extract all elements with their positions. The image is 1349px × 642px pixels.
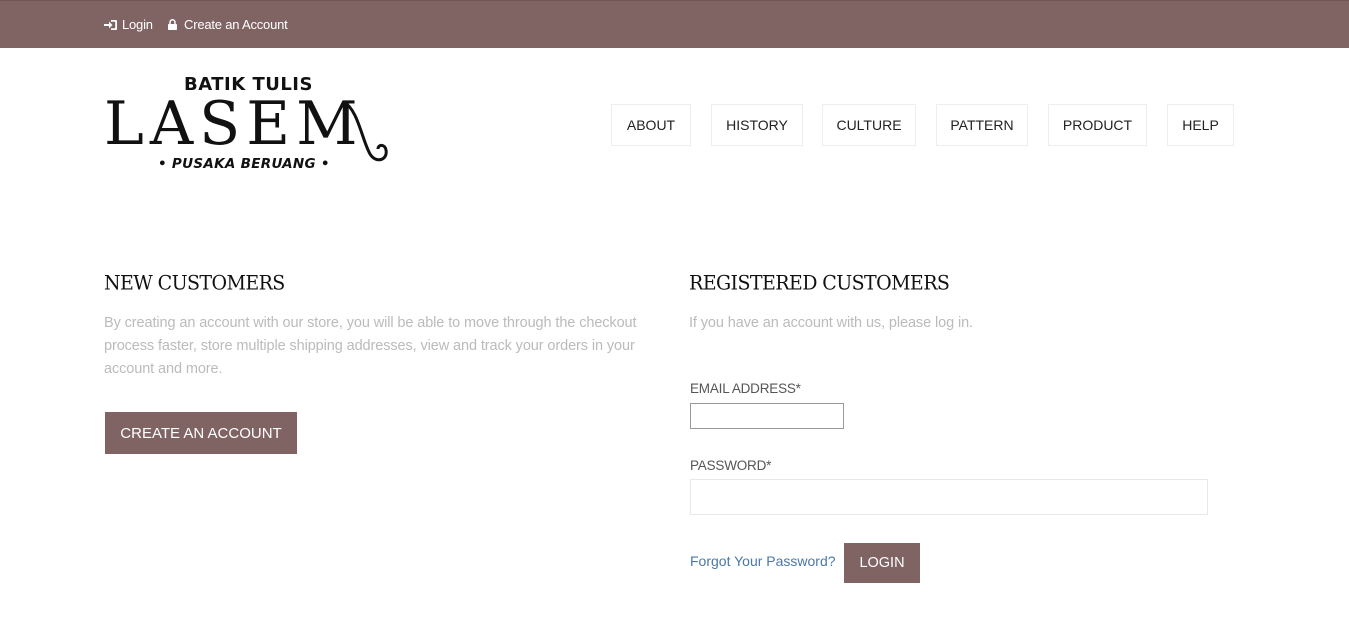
top-login-link[interactable]: Login <box>104 17 153 32</box>
new-customers-description: By creating an account with our store, y… <box>104 315 637 377</box>
logo-line-pusaka-beruang: • PUSAKA BERUANG • <box>158 156 330 172</box>
nav-history[interactable]: HISTORY <box>711 104 803 146</box>
logo-line-lasem: LASEM <box>104 89 364 159</box>
password-label: PASSWORD* <box>690 458 772 473</box>
nav-help[interactable]: HELP <box>1167 104 1234 146</box>
top-login-label: Login <box>122 17 153 32</box>
lock-icon <box>168 19 177 30</box>
logo-swash-icon <box>343 100 388 162</box>
nav-culture[interactable]: CULTURE <box>822 104 916 146</box>
registered-customers-description: If you have an account with us, please l… <box>689 315 973 331</box>
top-create-account-link[interactable]: Create an Account <box>168 17 288 32</box>
site-logo[interactable]: BATIK TULIS LASEM • PUSAKA BERUANG • <box>104 74 388 174</box>
nav-pattern[interactable]: PATTERN <box>936 104 1028 146</box>
password-field[interactable] <box>690 479 1208 515</box>
login-button[interactable]: LOGIN <box>844 543 920 583</box>
sign-in-icon <box>104 19 118 31</box>
forgot-password-link[interactable]: Forgot Your Password? <box>690 553 836 569</box>
top-create-account-label: Create an Account <box>184 17 288 32</box>
top-bar: Login Create an Account <box>0 0 1349 48</box>
email-field[interactable] <box>690 403 844 429</box>
nav-product[interactable]: PRODUCT <box>1048 104 1147 146</box>
create-account-button[interactable]: CREATE AN ACCOUNT <box>105 412 297 454</box>
registered-customers-title: REGISTERED CUSTOMERS <box>689 271 950 295</box>
nav-about[interactable]: ABOUT <box>611 104 691 146</box>
email-label: EMAIL ADDRESS* <box>690 381 801 396</box>
new-customers-title: NEW CUSTOMERS <box>104 271 285 295</box>
